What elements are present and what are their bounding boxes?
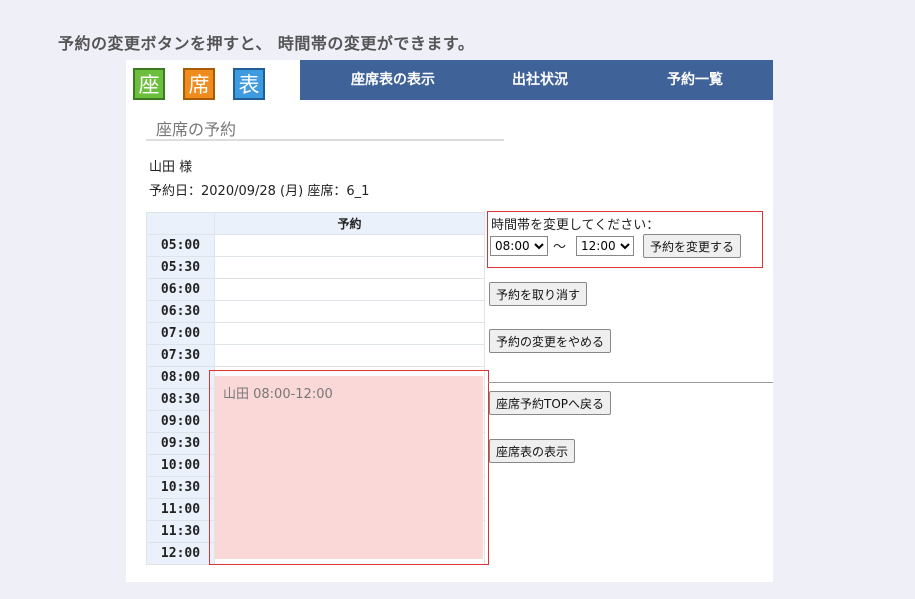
time-slot[interactable]: [214, 344, 485, 367]
time-slot[interactable]: [214, 322, 485, 345]
time-label: 08:30: [146, 388, 215, 411]
time-label: 06:00: [146, 278, 215, 301]
logo-char-1: 座: [133, 68, 165, 100]
time-label: 08:00: [146, 366, 215, 389]
change-reservation-button[interactable]: 予約を変更する: [643, 234, 742, 258]
time-label: 09:30: [146, 432, 215, 455]
nav-seatmap[interactable]: 座席表の表示: [328, 60, 458, 100]
logo-char-2: 席: [183, 68, 215, 100]
change-prompt: 時間帯を変更してください：: [491, 218, 660, 233]
nav-attendance[interactable]: 出社状況: [485, 60, 595, 100]
actions-divider: [488, 382, 773, 383]
start-time-select[interactable]: 08:00: [490, 236, 548, 256]
time-label: 09:00: [146, 410, 215, 433]
table-row: 05:30: [146, 256, 485, 279]
time-slot[interactable]: [214, 278, 485, 301]
booking-highlight: 山田 08:00-12:00: [209, 370, 489, 565]
change-time-box: 時間帯を変更してください： 08:00 ～ 12:00 予約を変更する: [487, 211, 763, 268]
time-label: 07:00: [146, 322, 215, 345]
cancel-reservation-button[interactable]: 予約を取り消す: [489, 282, 588, 306]
booking-block[interactable]: 山田 08:00-12:00: [215, 376, 483, 559]
stop-change-button[interactable]: 予約の変更をやめる: [489, 329, 612, 353]
time-label: 06:30: [146, 300, 215, 323]
top-nav: 座席表の表示 出社状況 予約一覧: [300, 60, 773, 100]
table-corner: [146, 212, 215, 235]
table-row: 07:30: [146, 344, 485, 367]
column-header-reservation: 予約: [214, 212, 485, 235]
table-row: 06:00: [146, 278, 485, 301]
time-label: 07:30: [146, 344, 215, 367]
table-row: 05:00: [146, 234, 485, 257]
show-seatmap-button[interactable]: 座席表の表示: [489, 439, 576, 463]
booking-label: 山田 08:00-12:00: [223, 387, 333, 402]
instruction-caption: 予約の変更ボタンを押すと、 時間帯の変更ができます。: [58, 34, 475, 53]
time-label: 11:30: [146, 520, 215, 543]
section-divider: [146, 139, 504, 141]
time-label: 05:30: [146, 256, 215, 279]
time-slot[interactable]: [214, 300, 485, 323]
time-slot[interactable]: [214, 234, 485, 257]
user-name: 山田 様: [149, 160, 193, 175]
reservation-info: 予約日：2020/09/28 (月) 座席：6_1: [149, 184, 370, 199]
back-to-top-button[interactable]: 座席予約TOPへ戻る: [489, 391, 612, 415]
time-slot[interactable]: [214, 256, 485, 279]
table-row: 06:30: [146, 300, 485, 323]
section-title: 座席の予約: [156, 120, 237, 139]
logo-char-3: 表: [233, 68, 265, 100]
end-time-select[interactable]: 12:00: [576, 236, 634, 256]
nav-reservation-list[interactable]: 予約一覧: [635, 60, 755, 100]
time-label: 12:00: [146, 542, 215, 565]
range-separator: ～: [553, 240, 567, 255]
time-label: 10:00: [146, 454, 215, 477]
time-label: 10:30: [146, 476, 215, 499]
time-label: 05:00: [146, 234, 215, 257]
time-label: 11:00: [146, 498, 215, 521]
table-row: 07:00: [146, 322, 485, 345]
app-panel: 座 席 表 座席表の表示 出社状況 予約一覧 座席の予約 山田 様 予約日：20…: [126, 60, 773, 582]
